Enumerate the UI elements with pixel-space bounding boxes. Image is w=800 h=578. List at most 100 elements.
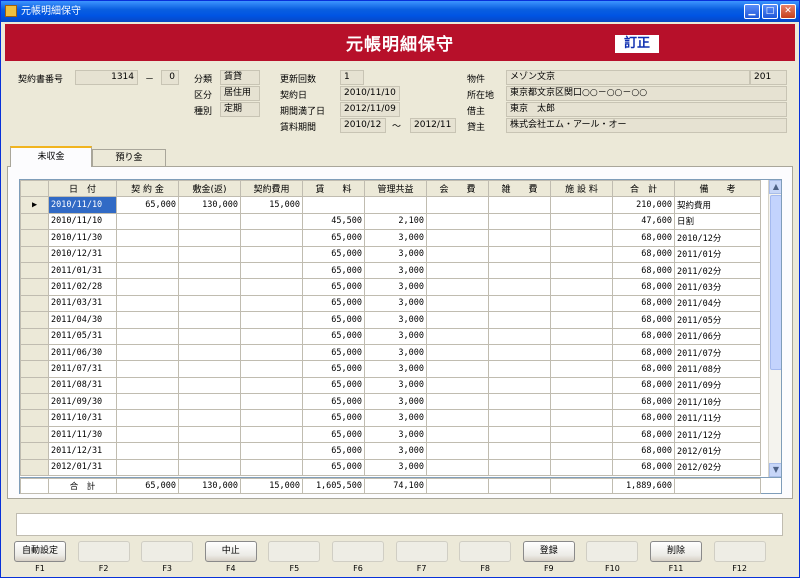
fkey-button-f7[interactable] [395,541,448,562]
table-cell[interactable] [178,393,241,411]
table-cell[interactable]: 3,000 [364,442,427,460]
table-cell[interactable] [240,343,303,362]
table-cell[interactable]: 65,000 [302,278,365,296]
table-cell[interactable] [116,360,179,378]
table-cell[interactable] [116,409,179,427]
table-cell[interactable]: 2011/11分 [674,409,761,427]
table-cell[interactable]: 2012/02分 [674,458,761,477]
table-cell[interactable] [550,311,613,329]
table-cell[interactable]: 2010/11/10 [48,196,117,214]
table-cell[interactable]: 65,000 [116,196,179,214]
table-cell[interactable] [240,442,303,460]
fkey-button-f8[interactable] [459,541,512,562]
table-cell[interactable]: 2,100 [364,212,427,231]
table-cell[interactable] [116,458,179,477]
table-cell[interactable]: 2011/06/30 [48,343,117,362]
row-header[interactable] [20,343,49,362]
table-cell[interactable] [550,343,613,362]
table-row[interactable]: 2011/07/31 65,000 3,000 68,000 2011/08分 [20,360,761,378]
table-cell[interactable] [178,245,241,263]
table-cell[interactable] [488,360,551,378]
table-cell[interactable]: 68,000 [612,294,675,313]
table-cell[interactable]: 2011/03分 [674,278,761,296]
table-cell[interactable]: 68,000 [612,229,675,247]
table-cell[interactable] [240,311,303,329]
table-cell[interactable] [550,360,613,378]
table-cell[interactable] [550,327,613,345]
table-cell[interactable] [116,229,179,247]
table-cell[interactable]: 68,000 [612,376,675,395]
fkey-button-f1[interactable]: 自動設定 [14,541,66,562]
column-header[interactable]: 管理共益 [364,180,427,198]
table-row[interactable]: 2011/03/31 65,000 3,000 68,000 2011/04分 [20,294,761,313]
row-header[interactable] [20,393,49,411]
table-cell[interactable]: 68,000 [612,245,675,263]
table-cell[interactable]: 3,000 [364,245,427,263]
row-header[interactable] [20,442,49,460]
table-cell[interactable] [178,409,241,427]
column-header[interactable]: 備 考 [674,180,761,198]
table-row[interactable]: 2011/04/30 65,000 3,000 68,000 2011/05分 [20,311,761,329]
table-cell[interactable] [178,376,241,395]
table-cell[interactable] [116,327,179,345]
table-cell[interactable]: 2011/10/31 [48,409,117,427]
table-cell[interactable] [240,376,303,395]
table-cell[interactable]: 3,000 [364,409,427,427]
table-row[interactable]: ▶ 2010/11/10 65,000 130,000 15,000 210,000 契約費… [20,196,761,214]
row-header[interactable] [20,425,49,444]
column-header[interactable]: 賃 料 [302,180,365,198]
table-cell[interactable] [426,343,489,362]
table-cell[interactable] [550,409,613,427]
grid-scrollbar[interactable]: ▲ ▼ [768,180,781,477]
fkey-button-f3[interactable] [141,541,194,562]
table-cell[interactable] [240,229,303,247]
table-cell[interactable]: 47,600 [612,212,675,231]
table-cell[interactable]: 130,000 [178,196,241,214]
table-cell[interactable] [426,376,489,395]
table-cell[interactable] [550,442,613,460]
table-cell[interactable] [426,212,489,231]
table-cell[interactable]: 2011/02分 [674,261,761,280]
table-cell[interactable]: 65,000 [302,294,365,313]
table-cell[interactable]: 68,000 [612,343,675,362]
table-cell[interactable]: 45,500 [302,212,365,231]
table-cell[interactable] [426,458,489,477]
table-cell[interactable]: 3,000 [364,294,427,313]
table-cell[interactable] [550,278,613,296]
table-cell[interactable]: 3,000 [364,261,427,280]
table-cell[interactable] [550,458,613,477]
table-cell[interactable] [488,409,551,427]
row-header[interactable]: ▶ [20,196,49,214]
table-cell[interactable] [178,261,241,280]
table-cell[interactable]: 65,000 [302,376,365,395]
table-cell[interactable]: 3,000 [364,425,427,444]
table-cell[interactable] [116,393,179,411]
table-cell[interactable]: 2011/10分 [674,393,761,411]
table-cell[interactable]: 3,000 [364,343,427,362]
table-cell[interactable]: 68,000 [612,360,675,378]
close-icon[interactable]: ✕ [780,4,796,19]
table-cell[interactable]: 210,000 [612,196,675,214]
table-cell[interactable] [426,294,489,313]
table-cell[interactable]: 65,000 [302,442,365,460]
table-cell[interactable] [240,425,303,444]
table-cell[interactable] [178,360,241,378]
row-header[interactable] [20,376,49,395]
table-cell[interactable]: 2011/12分 [674,425,761,444]
table-cell[interactable]: 3,000 [364,327,427,345]
table-cell[interactable]: 68,000 [612,393,675,411]
table-cell[interactable]: 3,000 [364,278,427,296]
table-cell[interactable]: 2011/09分 [674,376,761,395]
table-cell[interactable]: 2011/05/31 [48,327,117,345]
table-row[interactable]: 2011/06/30 65,000 3,000 68,000 2011/07分 [20,343,761,362]
table-cell[interactable]: 2012/01分 [674,442,761,460]
table-cell[interactable] [240,360,303,378]
table-cell[interactable]: 3,000 [364,311,427,329]
table-cell[interactable] [550,229,613,247]
minimize-icon[interactable]: ▁ [744,4,760,19]
table-cell[interactable] [488,212,551,231]
table-cell[interactable]: 68,000 [612,261,675,280]
fkey-button-f10[interactable] [586,541,639,562]
column-header[interactable]: 合 計 [612,180,675,198]
row-header[interactable] [20,245,49,263]
